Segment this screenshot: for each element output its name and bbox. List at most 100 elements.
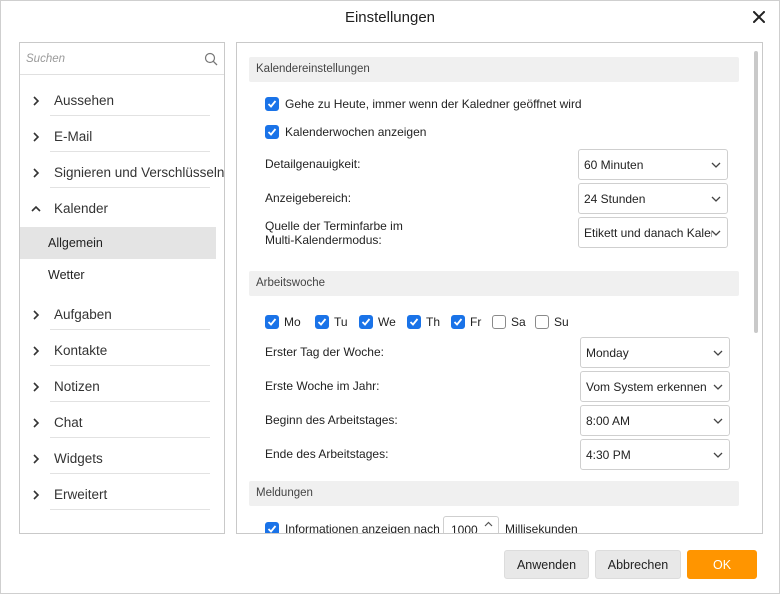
chevron-down-icon [713, 350, 723, 356]
sidebar-item-aufgaben[interactable]: Aufgaben [20, 297, 224, 333]
sidebar-item-kalender[interactable]: Kalender [20, 191, 224, 227]
sidebar-item-kontakte[interactable]: Kontakte [20, 333, 224, 369]
select-value: Vom System erkennen [586, 380, 707, 394]
checkbox-checked[interactable] [359, 315, 373, 329]
checkmark-icon [267, 100, 277, 108]
dialog-title: Einstellungen [344, 9, 436, 26]
day-checkbox-su[interactable]: Su [535, 313, 573, 333]
day-label: Sa [511, 315, 526, 329]
settings-dialog: Einstellungen Aussehen E-Mail Signieren [0, 0, 780, 594]
search-input[interactable] [20, 43, 200, 74]
first-day-select[interactable]: Monday [580, 337, 730, 368]
sidebar-item-notizen[interactable]: Notizen [20, 369, 224, 405]
checkbox-checked[interactable] [265, 97, 279, 111]
day-label: Th [426, 315, 441, 329]
info-checkbox[interactable]: Informationen anzeigen nach [265, 520, 445, 533]
milliseconds-unit: Millisekunden [505, 522, 578, 534]
divider [50, 437, 210, 438]
sidebar-item-label: Signieren und Verschlüsseln [54, 165, 224, 180]
day-checkbox-th[interactable]: Th [407, 313, 445, 333]
day-checkbox-we[interactable]: We [359, 313, 399, 333]
work-start-select[interactable]: 8:00 AM [580, 405, 730, 436]
show-weeks-checkbox[interactable]: Kalenderwochen anzeigen [265, 123, 465, 143]
sidebar-item-label: Aufgaben [54, 307, 112, 322]
day-label: We [378, 315, 396, 329]
chevron-right-icon [33, 382, 40, 392]
milliseconds-stepper[interactable]: 1000 [443, 516, 499, 533]
sidebar-item-signieren[interactable]: Signieren und Verschlüsseln [20, 155, 224, 191]
sidebar-item-label: Chat [54, 415, 83, 430]
checkmark-icon [267, 525, 277, 533]
day-checkbox-sa[interactable]: Sa [492, 313, 530, 333]
checkbox-unchecked[interactable] [535, 315, 549, 329]
title-bar: Einstellungen [1, 1, 779, 35]
chevron-right-icon [33, 346, 40, 356]
work-end-label: Ende des Arbeitstages: [265, 447, 389, 461]
sidebar-subitem-label: Allgemein [48, 236, 103, 250]
sidebar-item-label: Kalender [54, 201, 109, 216]
checkbox-unchecked[interactable] [492, 315, 506, 329]
chevron-down-icon [713, 384, 723, 390]
close-icon [753, 11, 765, 23]
scrollbar[interactable] [754, 51, 758, 333]
range-select[interactable]: 24 Stunden [578, 183, 728, 214]
sidebar-item-aussehen[interactable]: Aussehen [20, 83, 224, 119]
search-icon[interactable] [204, 52, 218, 66]
checkbox-checked[interactable] [265, 522, 279, 533]
chevron-right-icon [33, 310, 40, 320]
checkbox-checked[interactable] [265, 315, 279, 329]
checkmark-icon [361, 318, 371, 326]
chevron-right-icon [33, 96, 40, 106]
divider [50, 151, 210, 152]
day-checkbox-fr[interactable]: Fr [451, 313, 489, 333]
checkbox-checked[interactable] [451, 315, 465, 329]
chevron-right-icon [33, 168, 40, 178]
sidebar-subitem-wetter[interactable]: Wetter [20, 259, 216, 291]
detail-select[interactable]: 60 Minuten [578, 149, 728, 180]
divider [50, 187, 210, 188]
divider [50, 509, 210, 510]
divider [50, 365, 210, 366]
checkmark-icon [267, 318, 277, 326]
sidebar-subitem-allgemein[interactable]: Allgemein [20, 227, 216, 259]
select-value: 4:30 PM [586, 448, 631, 462]
section-header-notifications: Meldungen [249, 481, 739, 506]
sidebar-subitem-label: Wetter [48, 268, 85, 282]
ok-button[interactable]: OK [687, 550, 757, 579]
range-label: Anzeigebereich: [265, 191, 352, 205]
sidebar-item-chat[interactable]: Chat [20, 405, 224, 441]
color-source-select[interactable]: Etikett und danach Kalender [578, 217, 728, 248]
select-value: Monday [586, 346, 629, 360]
settings-panel: Kalendereinstellungen Gehe zu Heute, imm… [236, 42, 763, 534]
sidebar-item-erweitert[interactable]: Erweitert [20, 477, 224, 513]
divider [50, 329, 210, 330]
goto-today-checkbox[interactable]: Gehe zu Heute, immer wenn der Kaledner g… [265, 95, 605, 115]
checkmark-icon [317, 318, 327, 326]
day-label: Su [554, 315, 569, 329]
checkbox-checked[interactable] [265, 125, 279, 139]
close-button[interactable] [749, 7, 769, 27]
day-checkbox-tu[interactable]: Tu [315, 313, 353, 333]
sidebar-item-label: Erweitert [54, 487, 108, 502]
sidebar-item-label: Widgets [54, 451, 103, 466]
cancel-button[interactable]: Abbrechen [595, 550, 681, 579]
sidebar-item-widgets[interactable]: Widgets [20, 441, 224, 477]
chevron-down-icon [711, 162, 721, 168]
first-week-select[interactable]: Vom System erkennen [580, 371, 730, 402]
select-value: 8:00 AM [586, 414, 631, 428]
checkbox-checked[interactable] [315, 315, 329, 329]
chevron-up-icon[interactable] [484, 521, 493, 527]
first-day-label: Erster Tag der Woche: [265, 345, 384, 359]
apply-button[interactable]: Anwenden [504, 550, 589, 579]
chevron-right-icon [33, 454, 40, 464]
detail-label: Detailgenauigkeit: [265, 157, 361, 171]
chevron-down-icon [713, 418, 723, 424]
sidebar-item-email[interactable]: E-Mail [20, 119, 224, 155]
checkmark-icon [409, 318, 419, 326]
work-end-select[interactable]: 4:30 PM [580, 439, 730, 470]
day-checkbox-mo[interactable]: Mo [265, 313, 305, 333]
sidebar-item-label: E-Mail [54, 129, 93, 144]
section-title: Meldungen [256, 487, 313, 499]
checkbox-label: Kalenderwochen anzeigen [285, 125, 427, 139]
checkbox-checked[interactable] [407, 315, 421, 329]
